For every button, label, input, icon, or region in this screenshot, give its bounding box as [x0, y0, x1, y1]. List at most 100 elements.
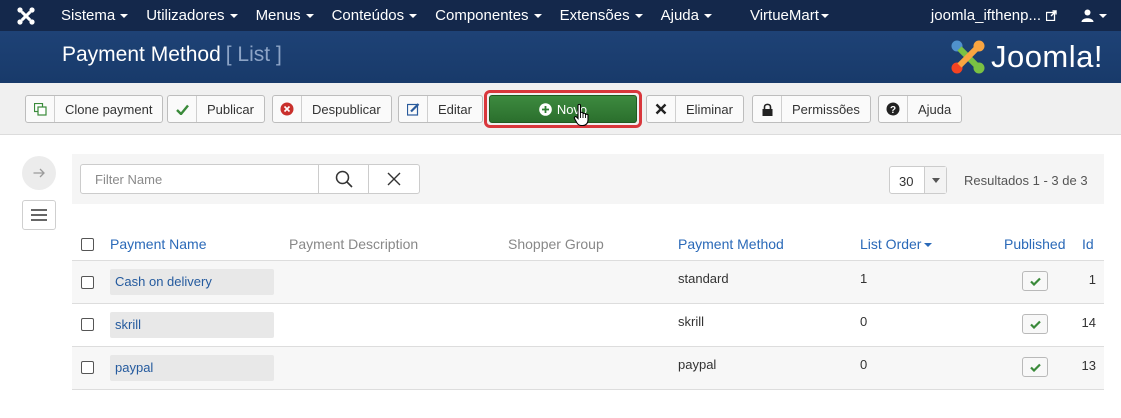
nav-label: Sistema [61, 7, 116, 24]
joomla-brand-icon [951, 40, 985, 74]
nav-label: Menus [255, 7, 301, 24]
published-toggle[interactable] [1022, 271, 1048, 291]
nav-label: Ajuda [660, 7, 699, 24]
lock-icon [753, 96, 782, 122]
plus-circle-icon [539, 102, 552, 116]
header-payment-name[interactable]: Payment Name [110, 236, 206, 252]
permissions-button[interactable]: Permissões [752, 95, 871, 123]
sidebar-toggle-button[interactable] [22, 156, 56, 190]
hand-cursor-icon [573, 103, 589, 127]
arrow-right-icon [33, 168, 45, 178]
chevron-down-icon [924, 167, 946, 193]
header-payment-method[interactable]: Payment Method [678, 236, 784, 252]
list-limit-select[interactable]: 30 [889, 166, 947, 194]
permissions-label: Permissões [792, 101, 860, 117]
caret-down-icon [533, 14, 542, 18]
nav-componentes[interactable]: Componentes [426, 0, 550, 31]
nav-label: Extensões [559, 7, 630, 24]
payment-name-link[interactable]: skrill [110, 312, 274, 338]
payment-method-cell: skrill [678, 314, 704, 329]
table-row: Cash on delivery standard 1 1 [72, 261, 1104, 304]
nav-label: Componentes [435, 7, 529, 24]
joomla-brand: Joomla! [949, 38, 1103, 76]
new-button[interactable]: Novo [489, 95, 637, 123]
svg-text:?: ? [890, 105, 896, 116]
edit-label: Editar [438, 101, 472, 117]
table-row: skrill skrill 0 14 [72, 304, 1104, 347]
row-checkbox[interactable] [81, 318, 94, 331]
nav-user-site-link[interactable]: joomla_ifthenp... [922, 0, 1071, 31]
header-id[interactable]: Id [1082, 236, 1094, 252]
delete-button[interactable]: Eliminar [646, 95, 744, 123]
table-header: Payment Name Payment Description Shopper… [72, 228, 1104, 261]
page-header: Payment Method[ List ] Joomla! [0, 31, 1121, 83]
close-icon [647, 96, 676, 122]
question-circle-icon: ? [879, 96, 908, 122]
checkmark-icon [1029, 363, 1041, 372]
nav-ajuda[interactable]: Ajuda [652, 0, 721, 31]
payment-name-link[interactable]: Cash on delivery [110, 269, 274, 295]
nav-label: VirtueMart [749, 7, 819, 24]
payment-name-link[interactable]: paypal [110, 355, 274, 381]
nav-menus[interactable]: Menus [247, 0, 323, 31]
unpublish-button[interactable]: Despublicar [272, 95, 392, 123]
header-payment-description: Payment Description [289, 236, 419, 252]
caret-down-icon [305, 14, 314, 18]
cancel-circle-icon [273, 96, 302, 122]
header-published[interactable]: Published [1004, 236, 1066, 252]
delete-label: Eliminar [686, 101, 733, 117]
edit-button[interactable]: Editar [398, 95, 483, 123]
help-button[interactable]: ? Ajuda [878, 95, 963, 123]
list-order-cell: 1 [860, 271, 868, 286]
filter-name-input[interactable] [80, 164, 319, 194]
search-button[interactable] [318, 164, 369, 194]
top-navbar: Sistema Utilizadores Menus Conteúdos Com… [0, 0, 1121, 31]
caret-down-icon [120, 14, 129, 18]
user-icon [1081, 9, 1094, 22]
nav-user-menu[interactable] [1071, 0, 1121, 31]
id-cell: 13 [1081, 358, 1096, 373]
caret-down-icon [229, 14, 238, 18]
submenu-button[interactable] [22, 200, 56, 230]
caret-down-icon [409, 14, 418, 18]
nav-label: Conteúdos [331, 7, 405, 24]
page-title-text: Payment Method [62, 43, 221, 66]
sort-desc-icon [924, 243, 933, 248]
table-row: paypal paypal 0 13 [72, 347, 1104, 390]
row-checkbox[interactable] [81, 361, 94, 374]
published-toggle[interactable] [1022, 314, 1048, 334]
nav-extensoes[interactable]: Extensões [551, 0, 652, 31]
header-list-order-label: List Order [860, 236, 922, 252]
id-cell: 1 [1088, 272, 1096, 287]
joomla-logo-icon[interactable] [0, 0, 52, 31]
clone-payment-label: Clone payment [65, 101, 153, 117]
caret-down-icon [634, 14, 643, 18]
caret-down-icon [703, 14, 712, 18]
header-list-order[interactable]: List Order [860, 236, 933, 252]
checkmark-icon [168, 96, 197, 122]
row-checkbox[interactable] [81, 276, 94, 289]
nav-sistema[interactable]: Sistema [52, 0, 137, 31]
page-subtitle: [ List ] [225, 43, 282, 66]
caret-down-icon [820, 14, 829, 18]
filter-bar: 30 Resultados 1 - 3 de 3 [72, 154, 1104, 204]
nav-label: joomla_ifthenp... [930, 7, 1041, 24]
nav-conteudos[interactable]: Conteúdos [323, 0, 427, 31]
id-cell: 14 [1081, 315, 1096, 330]
help-label: Ajuda [918, 101, 952, 117]
published-toggle[interactable] [1022, 357, 1048, 377]
payment-method-cell: standard [678, 271, 729, 286]
publish-button[interactable]: Publicar [167, 95, 265, 123]
payment-method-cell: paypal [678, 357, 717, 372]
nav-virtuemart[interactable]: VirtueMart [741, 0, 838, 31]
edit-icon [399, 96, 428, 122]
select-all-checkbox[interactable] [81, 238, 94, 251]
toolbar: Clone payment Publicar Despublicar Edita… [0, 83, 1121, 135]
checkmark-icon [1029, 320, 1041, 329]
clear-filter-button[interactable] [368, 164, 420, 194]
new-button-highlight: Novo [484, 90, 642, 128]
unpublish-label: Despublicar [312, 101, 381, 117]
clone-payment-button[interactable]: Clone payment [25, 95, 164, 123]
nav-utilizadores[interactable]: Utilizadores [137, 0, 246, 31]
joomla-brand-text: Joomla! [990, 39, 1103, 74]
